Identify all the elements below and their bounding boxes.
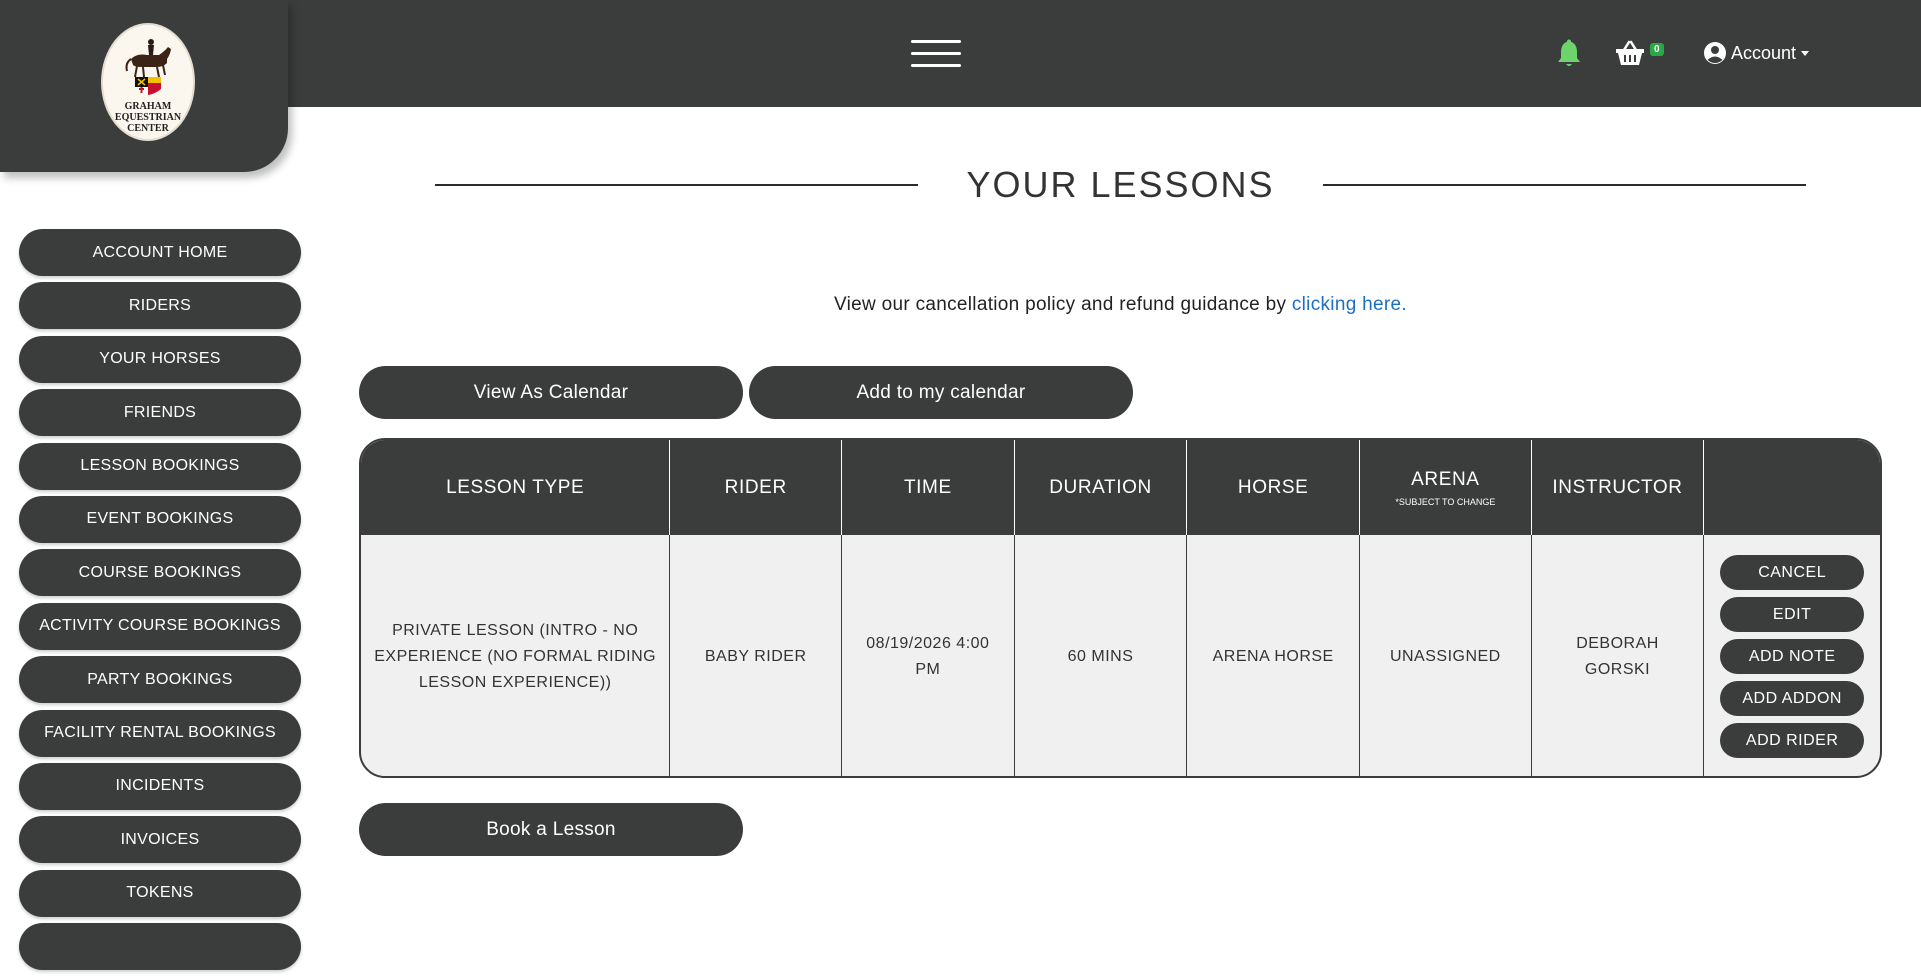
header-time: TIME <box>842 440 1015 535</box>
cell-lesson-type: PRIVATE LESSON (INTRO - NO EXPERIENCE (N… <box>361 535 671 776</box>
sidebar-item-more[interactable] <box>19 923 301 971</box>
cart-button[interactable] <box>1615 38 1645 68</box>
cell-actions: CANCEL EDIT ADD NOTE ADD ADDON ADD RIDER <box>1704 535 1880 776</box>
hamburger-icon-bar <box>911 52 961 55</box>
cell-duration: 60 MINS <box>1015 535 1188 776</box>
cart-count-badge: 0 <box>1650 43 1664 56</box>
notifications-button[interactable] <box>1556 38 1582 68</box>
account-menu[interactable]: Account <box>1703 38 1810 68</box>
basket-icon <box>1616 40 1644 65</box>
sidebar-item-event-bookings[interactable]: EVENT BOOKINGS <box>19 495 301 543</box>
page-title: YOUR LESSONS <box>966 164 1275 205</box>
sidebar-item-party-bookings[interactable]: PARTY BOOKINGS <box>19 656 301 704</box>
sidebar-item-course-bookings[interactable]: COURSE BOOKINGS <box>19 549 301 597</box>
sidebar-item-incidents[interactable]: INCIDENTS <box>19 762 301 810</box>
add-rider-button[interactable]: ADD RIDER <box>1720 723 1865 758</box>
view-as-calendar-button[interactable]: View As Calendar <box>359 366 743 419</box>
cell-instructor: DEBORAH GORSKI <box>1532 535 1705 776</box>
menu-toggle-button[interactable] <box>911 40 961 70</box>
title-divider-right <box>1322 184 1806 186</box>
cell-horse: ARENA HORSE <box>1187 535 1360 776</box>
cancellation-policy-text: View our cancellation policy and refund … <box>0 294 1921 316</box>
lessons-table: LESSON TYPE RIDER TIME DURATION HORSE AR… <box>359 438 1882 778</box>
header-instructor: INSTRUCTOR <box>1532 440 1705 535</box>
hamburger-icon-bar <box>911 64 961 67</box>
table-row: PRIVATE LESSON (INTRO - NO EXPERIENCE (N… <box>361 535 1880 776</box>
logo-line-1: GRAHAM <box>124 101 172 112</box>
header-arena: ARENA *SUBJECT TO CHANGE <box>1360 440 1532 535</box>
header-duration: DURATION <box>1015 440 1188 535</box>
table-header: LESSON TYPE RIDER TIME DURATION HORSE AR… <box>361 440 1880 535</box>
hamburger-icon <box>911 40 961 43</box>
edit-button[interactable]: EDIT <box>1720 597 1865 632</box>
bell-icon <box>1558 39 1580 66</box>
header-arena-note: *SUBJECT TO CHANGE <box>1395 496 1496 507</box>
header-actions <box>1704 440 1880 535</box>
header-arena-label: ARENA <box>1411 468 1480 490</box>
caret-down-icon <box>1801 51 1810 56</box>
page-title-bar: YOUR LESSONS <box>435 160 1806 210</box>
book-lesson-button[interactable]: Book a Lesson <box>359 803 743 856</box>
logo-text: GRAHAM EQUESTRIAN CENTER <box>115 101 181 134</box>
cell-arena: UNASSIGNED <box>1360 535 1532 776</box>
logo[interactable]: GRAHAM EQUESTRIAN CENTER <box>101 23 195 141</box>
policy-text: View our cancellation policy and refund … <box>834 294 1292 315</box>
add-to-calendar-button[interactable]: Add to my calendar <box>749 366 1133 419</box>
header-lesson-type: LESSON TYPE <box>361 440 671 535</box>
user-circle-icon <box>1704 42 1726 64</box>
logo-line-2: EQUESTRIAN <box>114 112 182 123</box>
logo-panel: GRAHAM EQUESTRIAN CENTER <box>0 0 288 172</box>
sidebar-item-account-home[interactable]: ACCOUNT HOME <box>19 229 301 276</box>
add-note-button[interactable]: ADD NOTE <box>1720 639 1865 674</box>
policy-link[interactable]: clicking here. <box>1292 294 1407 315</box>
title-divider-left <box>435 184 919 186</box>
sidebar-item-activity-course-bookings[interactable]: ACTIVITY COURSE BOOKINGS <box>19 602 301 650</box>
sidebar-item-invoices[interactable]: INVOICES <box>19 816 301 864</box>
header-horse: HORSE <box>1187 440 1361 535</box>
sidebar-item-friends[interactable]: FRIENDS <box>19 389 301 437</box>
horse-rider-logo-icon <box>125 39 171 95</box>
cancel-button[interactable]: CANCEL <box>1720 555 1865 590</box>
sidebar-item-facility-rental-bookings[interactable]: FACILITY RENTAL BOOKINGS <box>19 709 301 757</box>
account-label: Account <box>1731 42 1797 63</box>
cell-time: 08/19/2026 4:00 PM <box>842 535 1015 776</box>
logo-line-3: CENTER <box>127 123 169 134</box>
header-rider: RIDER <box>670 440 843 535</box>
sidebar-nav: ACCOUNT HOME RIDERS YOUR HORSES FRIENDS … <box>19 229 301 976</box>
cell-rider: BABY RIDER <box>670 535 843 776</box>
sidebar-item-your-horses[interactable]: YOUR HORSES <box>19 335 301 383</box>
sidebar-item-lesson-bookings[interactable]: LESSON BOOKINGS <box>19 442 301 490</box>
add-addon-button[interactable]: ADD ADDON <box>1720 681 1865 716</box>
sidebar-item-tokens[interactable]: TOKENS <box>19 869 301 917</box>
